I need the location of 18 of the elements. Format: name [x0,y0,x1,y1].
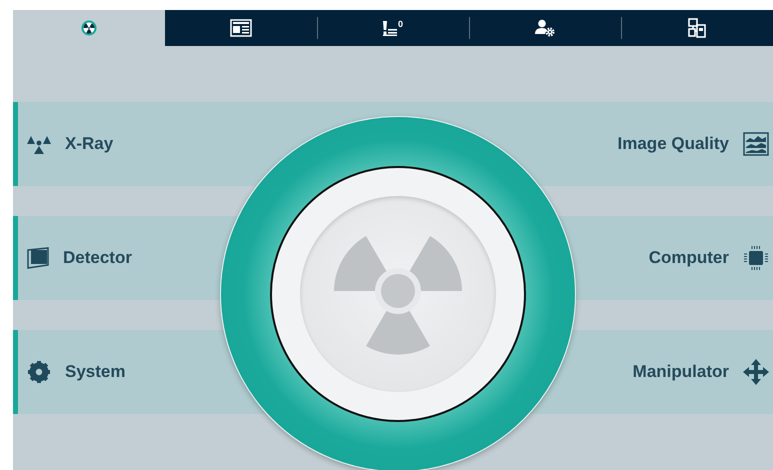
settings-icon [27,360,51,384]
menu-label: X-Ray [65,134,114,154]
alert-list-icon [382,20,397,36]
chip-icon [743,245,769,271]
user-settings-icon [535,19,555,37]
alert-count: 0 [398,19,403,29]
menu-label: Computer [648,248,729,268]
detector-panel-icon [27,247,49,269]
radiation-icon [81,20,97,36]
network-icon [688,18,706,38]
waveform-chart-icon [743,132,769,156]
menu-label: Detector [63,248,132,268]
move-arrows-icon [743,359,769,385]
menu-label: Manipulator [632,362,729,382]
report-icon [230,19,252,37]
menu-label: System [65,362,126,382]
radiation-icon [27,134,51,154]
menu-label: Image Quality [618,134,729,154]
